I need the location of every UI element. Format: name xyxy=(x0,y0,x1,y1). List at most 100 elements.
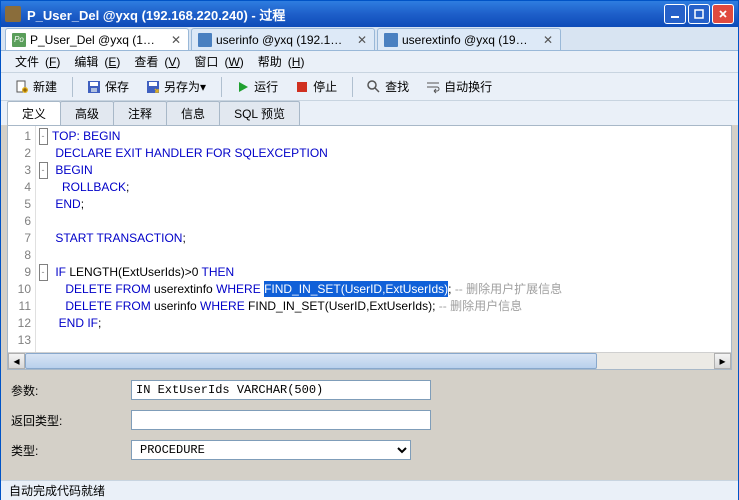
code-line[interactable]: DECLARE EXIT HANDLER FOR SQLEXCEPTION xyxy=(50,145,731,162)
toolbar: 新建 保存 另存为 ▾ 运行 停止 查找 自动换行 xyxy=(1,73,738,101)
saveas-button[interactable]: 另存为 ▾ xyxy=(138,75,213,98)
rettype-input[interactable] xyxy=(131,410,431,430)
tab-advanced[interactable]: 高级 xyxy=(60,101,114,125)
maximize-button[interactable] xyxy=(688,4,710,24)
minimize-button[interactable] xyxy=(664,4,686,24)
stop-icon xyxy=(294,79,310,95)
separator xyxy=(72,77,73,97)
code-line[interactable]: START TRANSACTION; xyxy=(50,230,731,247)
menu-view[interactable]: 查看(V) xyxy=(126,51,184,72)
fold-marker xyxy=(36,196,50,213)
line-number-gutter: 12345678910111213141516 xyxy=(8,126,36,352)
horizontal-scrollbar[interactable]: ◂ ▸ xyxy=(8,352,731,369)
tab-label: userextinfo @yxq (192... xyxy=(402,33,532,47)
file-tab[interactable]: Po P_User_Del @yxq (192.... ✕ xyxy=(5,28,189,50)
save-icon xyxy=(86,79,102,95)
params-label: 参数: xyxy=(11,382,131,399)
search-icon xyxy=(366,79,382,95)
tab-close-icon[interactable]: ✕ xyxy=(170,34,182,46)
wrap-icon xyxy=(425,79,441,95)
line-number: 2 xyxy=(8,145,35,162)
file-tab[interactable]: userinfo @yxq (192.168... ✕ xyxy=(191,28,375,50)
fold-marker xyxy=(36,145,50,162)
rettype-label: 返回类型: xyxy=(11,412,131,429)
tab-label: P_User_Del @yxq (192.... xyxy=(30,33,160,47)
find-button[interactable]: 查找 xyxy=(359,75,416,98)
fold-marker xyxy=(36,179,50,196)
file-tab-bar: PoP_User_Del @yxq (192....✕userinfo @yxq… xyxy=(1,27,738,51)
menu-edit[interactable]: 编辑(E) xyxy=(66,51,124,72)
code-line[interactable] xyxy=(50,332,731,349)
tab-definition[interactable]: 定义 xyxy=(7,101,61,125)
tab-info[interactable]: 信息 xyxy=(166,101,220,125)
properties-form: 参数: 返回类型: 类型: PROCEDURE xyxy=(1,370,738,474)
code-line[interactable]: ROLLBACK; xyxy=(50,179,731,196)
title-bar: P_User_Del @yxq (192.168.220.240) - 过程 xyxy=(1,1,738,27)
fold-marker xyxy=(36,213,50,230)
tab-file-icon xyxy=(384,33,398,47)
scroll-track[interactable] xyxy=(25,353,714,369)
app-icon xyxy=(5,6,21,22)
line-number: 11 xyxy=(8,298,35,315)
fold-marker[interactable]: - xyxy=(36,162,50,179)
scroll-thumb[interactable] xyxy=(25,353,597,369)
line-number: 4 xyxy=(8,179,35,196)
menu-bar: 文件(F) 编辑(E) 查看(V) 窗口(W) 帮助(H) xyxy=(1,51,738,73)
new-button[interactable]: 新建 xyxy=(7,75,64,98)
code-line[interactable] xyxy=(50,247,731,264)
code-line[interactable]: END IF; xyxy=(50,315,731,332)
fold-marker[interactable]: - xyxy=(36,264,50,281)
code-line[interactable]: END; xyxy=(50,196,731,213)
tab-sql-preview[interactable]: SQL 预览 xyxy=(219,101,300,125)
line-number: 5 xyxy=(8,196,35,213)
line-number: 8 xyxy=(8,247,35,264)
menu-help[interactable]: 帮助(H) xyxy=(250,51,309,72)
file-tab[interactable]: userextinfo @yxq (192... ✕ xyxy=(377,28,561,50)
scroll-right-button[interactable]: ▸ xyxy=(714,353,731,369)
code-line[interactable]: TOP: BEGIN xyxy=(50,128,731,145)
tab-file-icon xyxy=(198,33,212,47)
code-line[interactable]: DELETE FROM userinfo WHERE FIND_IN_SET(U… xyxy=(50,298,731,315)
close-button[interactable] xyxy=(712,4,734,24)
play-icon xyxy=(235,79,251,95)
code-area[interactable]: TOP: BEGIN DECLARE EXIT HANDLER FOR SQLE… xyxy=(50,126,731,352)
line-number: 6 xyxy=(8,213,35,230)
line-number: 12 xyxy=(8,315,35,332)
run-button[interactable]: 运行 xyxy=(228,75,285,98)
menu-window[interactable]: 窗口(W) xyxy=(186,51,247,72)
fold-marker xyxy=(36,230,50,247)
new-icon xyxy=(14,79,30,95)
line-number: 13 xyxy=(8,332,35,349)
code-line[interactable]: DELETE FROM userextinfo WHERE FIND_IN_SE… xyxy=(50,281,731,298)
tab-file-icon: Po xyxy=(12,33,26,47)
fold-marker[interactable]: - xyxy=(36,128,50,145)
fold-marker xyxy=(36,315,50,332)
tab-comment[interactable]: 注释 xyxy=(113,101,167,125)
wrap-button[interactable]: 自动换行 xyxy=(418,75,499,98)
type-select[interactable]: PROCEDURE xyxy=(131,440,411,460)
tab-close-icon[interactable]: ✕ xyxy=(356,34,368,46)
code-line[interactable]: IF LENGTH(ExtUserIds)>0 THEN xyxy=(50,264,731,281)
window-title: P_User_Del @yxq (192.168.220.240) - 过程 xyxy=(27,5,662,24)
tab-close-icon[interactable]: ✕ xyxy=(542,34,554,46)
status-bar: 自动完成代码就绪 xyxy=(1,480,738,500)
line-number: 1 xyxy=(8,128,35,145)
code-editor[interactable]: 12345678910111213141516 --- TOP: BEGIN D… xyxy=(7,125,732,370)
stop-button[interactable]: 停止 xyxy=(287,75,344,98)
separator xyxy=(221,77,222,97)
fold-gutter[interactable]: - - - xyxy=(36,126,50,352)
fold-marker xyxy=(36,281,50,298)
saveas-icon xyxy=(145,79,161,95)
scroll-left-button[interactable]: ◂ xyxy=(8,353,25,369)
params-input[interactable] xyxy=(131,380,431,400)
save-button[interactable]: 保存 xyxy=(79,75,136,98)
separator xyxy=(352,77,353,97)
code-line[interactable]: BEGIN xyxy=(50,162,731,179)
code-line[interactable] xyxy=(50,213,731,230)
view-tabs: 定义 高级 注释 信息 SQL 预览 xyxy=(1,101,738,125)
type-label: 类型: xyxy=(11,442,131,459)
tab-label: userinfo @yxq (192.168... xyxy=(216,33,346,47)
menu-file[interactable]: 文件(F) xyxy=(7,51,64,72)
line-number: 3 xyxy=(8,162,35,179)
fold-marker xyxy=(36,247,50,264)
